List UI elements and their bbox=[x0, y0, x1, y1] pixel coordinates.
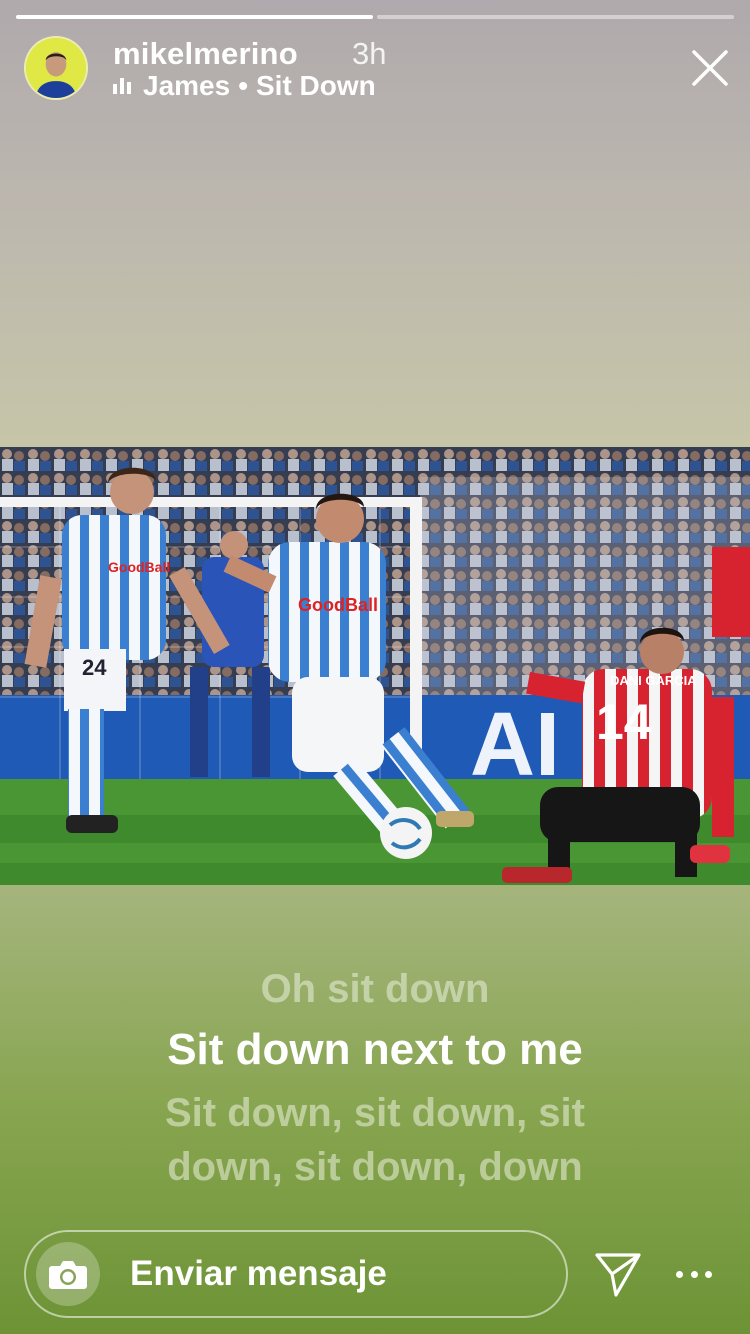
music-separator: • bbox=[238, 70, 248, 101]
music-artist: James bbox=[143, 70, 231, 101]
username[interactable]: mikelmerino bbox=[113, 36, 298, 72]
music-bars-icon bbox=[113, 78, 135, 94]
more-icon[interactable] bbox=[676, 1250, 712, 1298]
more-dot bbox=[690, 1270, 698, 1278]
svg-text:14: 14 bbox=[596, 694, 652, 750]
story-segment bbox=[16, 15, 373, 19]
story-header: mikelmerino 3h James • Sit Down bbox=[24, 36, 732, 102]
lyric-next: Sit down, sit down, sit down, sit down, … bbox=[165, 1091, 585, 1189]
camera-button[interactable] bbox=[36, 1242, 100, 1306]
svg-text:24: 24 bbox=[82, 655, 107, 680]
avatar[interactable] bbox=[24, 36, 88, 100]
more-dot bbox=[705, 1270, 712, 1278]
story-progress bbox=[16, 15, 734, 19]
segment-fill bbox=[16, 15, 373, 19]
story-footer: Enviar mensaje bbox=[24, 1230, 726, 1318]
story-photo: AI GoodBall 24 GoodBall 14 DANI GARCIA bbox=[0, 447, 750, 885]
story-segment bbox=[377, 15, 734, 19]
post-time: 3h bbox=[352, 36, 387, 71]
music-sticker[interactable]: James • Sit Down bbox=[113, 69, 376, 103]
football-photo: AI GoodBall 24 GoodBall 14 DANI GARCIA bbox=[0, 447, 750, 885]
message-input[interactable]: Enviar mensaje bbox=[130, 1254, 387, 1294]
message-box[interactable]: Enviar mensaje bbox=[24, 1230, 568, 1318]
close-icon[interactable] bbox=[690, 48, 730, 88]
send-icon[interactable] bbox=[594, 1250, 642, 1298]
more-dot bbox=[676, 1270, 683, 1278]
svg-text:GoodBall: GoodBall bbox=[298, 595, 378, 615]
music-title: Sit Down bbox=[256, 70, 376, 101]
player-name-right: DANI GARCIA bbox=[610, 673, 697, 688]
lyric-previous: Oh sit down bbox=[260, 967, 490, 1011]
avatar-image bbox=[26, 38, 86, 98]
camera-icon bbox=[49, 1261, 87, 1289]
lyric-current: Sit down next to me bbox=[167, 1025, 583, 1074]
lyrics-sticker: Oh sit down Sit down next to me Sit down… bbox=[0, 962, 750, 1194]
svg-text:GoodBall: GoodBall bbox=[108, 559, 170, 575]
